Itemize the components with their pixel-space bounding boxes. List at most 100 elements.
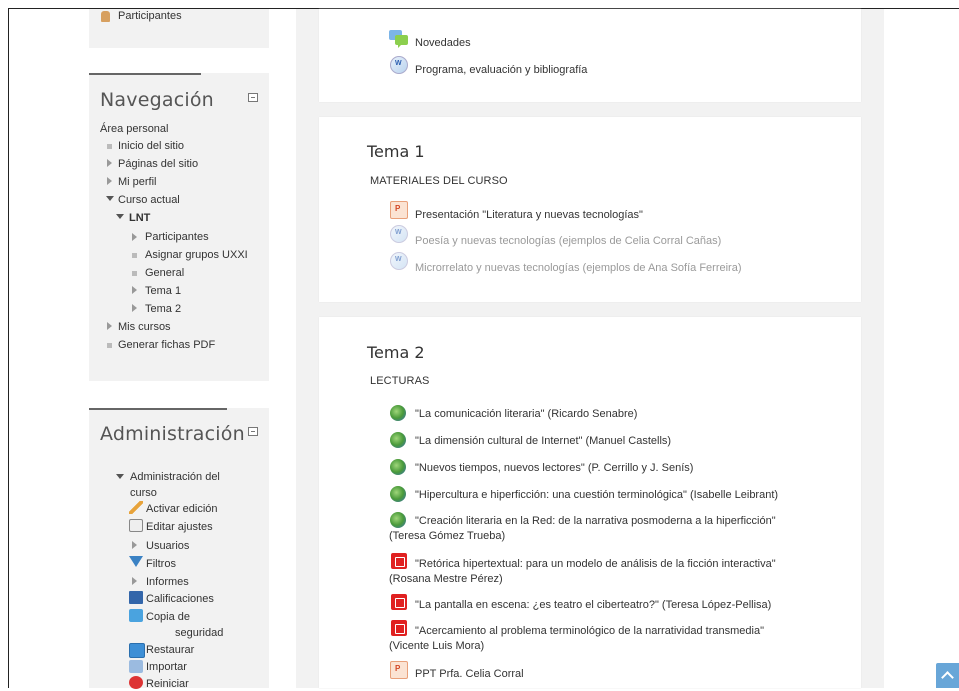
tema-1-summary: MATERIALES DEL CURSO: [370, 175, 508, 187]
word-document-icon: [390, 252, 408, 270]
activity-lectura-6-line2[interactable]: (Rosana Mestre Pérez): [389, 572, 503, 586]
expand-down-icon[interactable]: [106, 196, 114, 201]
activity-lectura-8[interactable]: "Acercamiento al problema terminológico …: [415, 624, 764, 638]
expand-right-icon[interactable]: [107, 322, 112, 330]
activity-microrrelato[interactable]: Microrrelato y nuevas tecnologías (ejemp…: [415, 261, 742, 275]
admin-copia-seguridad[interactable]: Copia de: [146, 611, 190, 624]
admin-curso-link-line2[interactable]: curso: [130, 487, 157, 500]
activity-lectura-3[interactable]: "Nuevos tiempos, nuevos lectores" (P. Ce…: [415, 461, 693, 475]
expand-right-icon[interactable]: [107, 159, 112, 167]
filter-icon: [129, 556, 143, 567]
expand-right-icon[interactable]: [132, 304, 137, 312]
forum-icon: [389, 30, 409, 48]
nav-general[interactable]: General: [145, 267, 184, 280]
admin-informes[interactable]: Informes: [146, 576, 189, 589]
nav-tema-2[interactable]: Tema 2: [145, 303, 181, 316]
expand-right-icon[interactable]: [132, 286, 137, 294]
activity-lectura-2[interactable]: "La dimensión cultural de Internet" (Man…: [415, 434, 671, 448]
link-globe-icon: [390, 486, 406, 502]
pdf-icon: [391, 594, 407, 610]
activity-lectura-5[interactable]: "Creación literaria en la Red: de la nar…: [415, 514, 776, 528]
expand-right-icon[interactable]: [132, 541, 137, 549]
activity-lectura-7[interactable]: "La pantalla en escena: ¿es teatro el ci…: [415, 598, 771, 612]
nav-tema-1[interactable]: Tema 1: [145, 285, 181, 298]
admin-reiniciar[interactable]: Reiniciar: [146, 678, 189, 691]
pdf-icon: [391, 553, 407, 569]
bullet-icon: [132, 253, 137, 258]
navigation-block: Navegación Área personal Inicio del siti…: [89, 73, 269, 381]
admin-restaurar[interactable]: Restaurar: [146, 644, 194, 657]
admin-usuarios[interactable]: Usuarios: [146, 540, 189, 553]
user-icon: [101, 11, 110, 22]
powerpoint-icon: [390, 661, 408, 679]
bullet-icon: [132, 271, 137, 276]
general-section-card: Novedades Programa, evaluación y bibliog…: [319, 9, 861, 102]
frame-left-border: [8, 8, 9, 688]
administration-title: Administración: [100, 423, 245, 445]
administration-collapse-icon[interactable]: [248, 427, 258, 436]
pencil-icon: [129, 501, 143, 514]
activity-presentacion[interactable]: Presentación "Literatura y nuevas tecnol…: [415, 208, 643, 222]
activity-poesia[interactable]: Poesía y nuevas tecnologías (ejemplos de…: [415, 234, 721, 248]
tema-2-title: Tema 2: [367, 343, 425, 362]
nav-paginas-sitio[interactable]: Páginas del sitio: [118, 158, 198, 171]
nav-area-personal[interactable]: Área personal: [100, 123, 169, 136]
powerpoint-icon: [390, 201, 408, 219]
tema-1-title: Tema 1: [367, 142, 425, 161]
admin-curso-link[interactable]: Administración del: [130, 471, 220, 484]
link-globe-icon: [390, 405, 406, 421]
participants-block: Participantes: [89, 9, 269, 48]
admin-filtros[interactable]: Filtros: [146, 558, 176, 571]
admin-copia-seguridad-line2[interactable]: seguridad: [175, 627, 223, 640]
activity-programa[interactable]: Programa, evaluación y bibliografía: [415, 63, 587, 77]
bullet-icon: [107, 144, 112, 149]
expand-right-icon[interactable]: [132, 233, 137, 241]
admin-activar-edicion[interactable]: Activar edición: [146, 503, 218, 516]
bullet-icon: [107, 343, 112, 348]
activity-lectura-8-line2[interactable]: (Vicente Luis Mora): [389, 639, 484, 653]
restore-icon: [129, 643, 145, 658]
expand-right-icon[interactable]: [107, 177, 112, 185]
expand-right-icon[interactable]: [132, 577, 137, 585]
expand-down-icon[interactable]: [116, 474, 124, 479]
nav-mis-cursos[interactable]: Mis cursos: [118, 321, 171, 334]
pdf-icon: [391, 620, 407, 636]
admin-importar[interactable]: Importar: [146, 661, 187, 674]
link-globe-icon: [390, 459, 406, 475]
grades-icon: [129, 591, 143, 604]
navigation-collapse-icon[interactable]: [248, 93, 258, 102]
tema-2-summary: LECTURAS: [370, 375, 430, 387]
administration-block: Administración Administración del curso …: [89, 408, 269, 691]
activity-lectura-1[interactable]: "La comunicación literaria" (Ricardo Sen…: [415, 407, 637, 421]
activity-ppt-celia[interactable]: PPT Prfa. Celia Corral: [415, 667, 524, 681]
nav-lnt[interactable]: LNT: [129, 212, 150, 225]
expand-down-icon[interactable]: [116, 214, 124, 219]
settings-icon: [129, 519, 143, 532]
nav-mi-perfil[interactable]: Mi perfil: [118, 176, 157, 189]
import-icon: [129, 660, 143, 673]
link-globe-icon: [390, 512, 406, 528]
scroll-to-top-button[interactable]: [936, 663, 959, 688]
backup-icon: [129, 609, 143, 622]
administration-rule: [89, 408, 227, 410]
activity-novedades[interactable]: Novedades: [415, 36, 471, 50]
activity-lectura-5-line2[interactable]: (Teresa Gómez Trueba): [389, 529, 505, 543]
nav-participantes[interactable]: Participantes: [145, 231, 209, 244]
navigation-rule: [89, 73, 201, 75]
nav-inicio-sitio[interactable]: Inicio del sitio: [118, 140, 184, 153]
nav-asignar-grupos[interactable]: Asignar grupos UXXI: [145, 249, 248, 262]
reset-icon: [129, 676, 143, 689]
activity-lectura-4[interactable]: "Hipercultura e hiperficción: una cuesti…: [415, 488, 778, 502]
link-globe-icon: [390, 432, 406, 448]
word-document-icon: [390, 225, 408, 243]
activity-lectura-6[interactable]: "Retórica hipertextual: para un modelo d…: [415, 557, 776, 571]
participants-link[interactable]: Participantes: [118, 10, 182, 23]
nav-curso-actual[interactable]: Curso actual: [118, 194, 180, 207]
nav-generar-fichas[interactable]: Generar fichas PDF: [118, 339, 215, 352]
word-document-icon: [390, 56, 408, 74]
admin-editar-ajustes[interactable]: Editar ajustes: [146, 521, 213, 534]
tema-2-section-card: Tema 2 LECTURAS "La comunicación literar…: [319, 317, 861, 688]
tema-1-section-card: Tema 1 MATERIALES DEL CURSO Presentación…: [319, 117, 861, 302]
admin-calificaciones[interactable]: Calificaciones: [146, 593, 214, 606]
navigation-title: Navegación: [100, 89, 214, 111]
